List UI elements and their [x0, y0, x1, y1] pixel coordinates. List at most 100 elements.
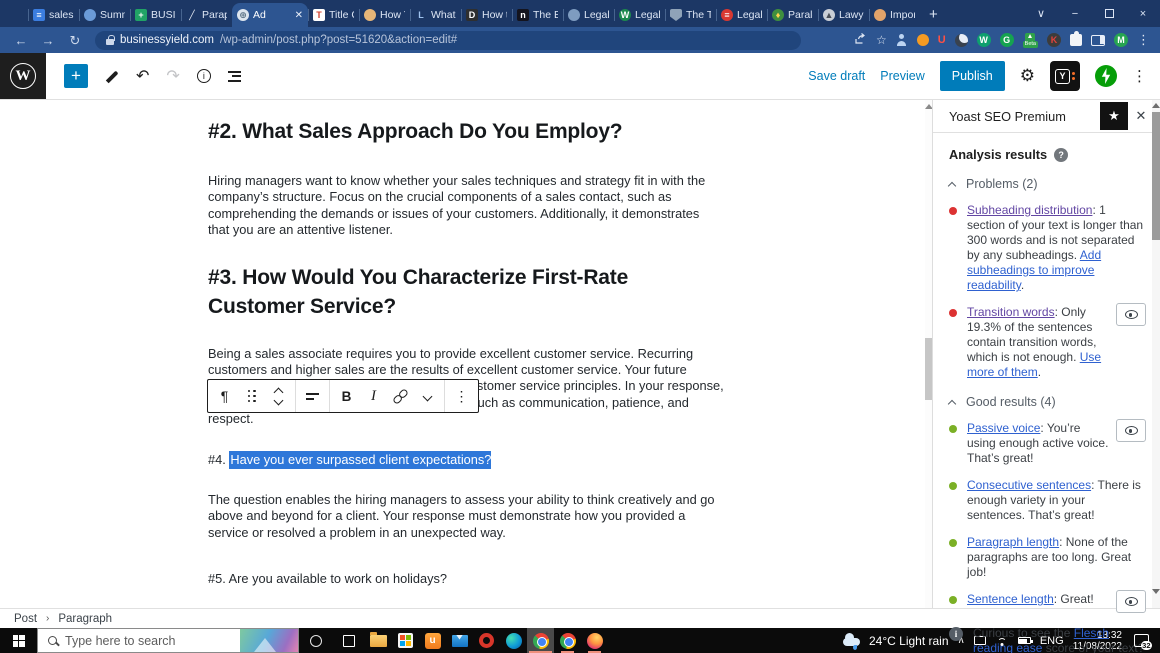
browser-tab[interactable]: ≡sales a — [28, 3, 79, 27]
file-explorer-taskbar-icon[interactable] — [365, 628, 392, 653]
ucweb-extension-icon[interactable]: U — [938, 34, 946, 46]
firefox-taskbar-icon[interactable] — [581, 628, 608, 653]
help-icon[interactable]: ? — [1054, 148, 1068, 162]
close-window-button[interactable]: × — [1126, 0, 1160, 27]
keeper-extension-icon[interactable]: K — [1047, 33, 1061, 47]
assessment-link[interactable]: Passive voice — [967, 421, 1040, 435]
pin-star-icon[interactable]: ★ — [1100, 102, 1128, 130]
block-options-icon[interactable]: ⋮ — [448, 381, 475, 411]
bookmark-star-icon[interactable]: ☆ — [876, 33, 887, 47]
notification-center-icon[interactable]: 32 — [1134, 634, 1149, 647]
wordpress-logo-icon[interactable]: W — [0, 53, 46, 99]
post-paragraph[interactable]: The question enables the hiring managers… — [208, 492, 724, 541]
good-results-section-header[interactable]: Good results (4) — [949, 395, 1146, 409]
post-paragraph[interactable]: Hiring managers want to know whether you… — [208, 173, 724, 239]
breadcrumb-post[interactable]: Post — [14, 613, 37, 625]
browser-menu-icon[interactable]: ⋮ — [1137, 32, 1150, 48]
undo-icon[interactable]: ↶ — [136, 66, 149, 86]
browser-tab[interactable]: Legal — [563, 3, 614, 27]
post-paragraph[interactable]: #5. Are you available to work on holiday… — [208, 571, 724, 587]
chrome2-taskbar-icon[interactable] — [554, 628, 581, 653]
forward-icon[interactable]: → — [37, 34, 59, 47]
tab-close-icon[interactable]: ✕ — [295, 10, 303, 21]
highlight-eye-button[interactable] — [1116, 590, 1146, 613]
cortana-button[interactable] — [299, 628, 332, 653]
opera-taskbar-icon[interactable] — [473, 628, 500, 653]
sidebar-scrollbar[interactable] — [1152, 100, 1160, 608]
save-draft-button[interactable]: Save draft — [808, 69, 865, 83]
assessment-link[interactable]: Transition words — [967, 305, 1055, 319]
assessment-link[interactable]: Consecutive sentences — [967, 478, 1091, 492]
jetpack-icon[interactable] — [1095, 65, 1117, 87]
scroll-down-arrow-icon[interactable] — [1152, 589, 1160, 594]
edge-taskbar-icon[interactable] — [500, 628, 527, 653]
extensions-puzzle-icon[interactable] — [1070, 34, 1082, 46]
browser-tab[interactable]: LWhat — [410, 3, 461, 27]
minimize-button[interactable]: − — [1058, 0, 1092, 27]
browser-tab[interactable]: TTitle C — [308, 3, 359, 27]
assessment-link[interactable]: Paragraph length — [967, 535, 1059, 549]
post-paragraph-selected[interactable]: #4. Have you ever surpassed client expec… — [208, 452, 724, 468]
scroll-up-arrow-icon[interactable] — [925, 104, 932, 109]
sidebar-scrollbar-thumb[interactable] — [1152, 112, 1160, 240]
edit-tool-icon[interactable] — [105, 69, 119, 83]
publish-button[interactable]: Publish — [940, 61, 1005, 91]
move-up-down-icon[interactable] — [265, 381, 292, 411]
highlight-eye-button[interactable] — [1116, 303, 1146, 326]
grammarly-extension-icon[interactable]: G — [1000, 33, 1014, 47]
assessment-link[interactable]: Subheading distribution — [967, 203, 1092, 217]
editor-options-icon[interactable]: ⋮ — [1132, 67, 1147, 85]
lock-icon[interactable] — [106, 39, 114, 45]
maximize-button[interactable] — [1092, 0, 1126, 27]
new-tab-button[interactable]: + — [929, 7, 938, 22]
tab-search-chevron-icon[interactable]: ∨ — [1024, 0, 1058, 27]
close-sidebar-icon[interactable]: ✕ — [1128, 108, 1154, 124]
share-icon[interactable] — [854, 33, 867, 48]
browser-tab[interactable]: Summ — [79, 3, 130, 27]
breadcrumb-paragraph[interactable]: Paragraph — [58, 613, 112, 625]
add-block-button[interactable]: + — [64, 64, 88, 88]
reload-icon[interactable]: ↻ — [64, 34, 86, 47]
battery-icon[interactable] — [1018, 637, 1031, 644]
browser-tab[interactable]: ╱Parap — [181, 3, 232, 27]
dark-mode-extension-icon[interactable] — [955, 34, 968, 47]
highlight-eye-button[interactable] — [1116, 419, 1146, 442]
mail-taskbar-icon[interactable] — [446, 628, 473, 653]
list-view-icon[interactable] — [228, 71, 241, 82]
editor-scrollbar-thumb[interactable] — [925, 338, 932, 400]
beta-extension-icon[interactable]: Beta — [1023, 33, 1038, 48]
search-highlight-image[interactable] — [240, 629, 298, 652]
paragraph-block-icon[interactable]: ¶ — [211, 381, 238, 411]
wifi-icon[interactable] — [995, 636, 1009, 646]
task-view-button[interactable] — [332, 628, 365, 653]
link-icon[interactable] — [387, 381, 414, 411]
browser-tab[interactable]: Impor — [869, 3, 920, 27]
browser-tab[interactable]: The To — [665, 3, 716, 27]
browser-tab[interactable]: ▲Lawye — [818, 3, 869, 27]
browser-tab[interactable]: ⊕Ad✕ — [232, 3, 308, 27]
preview-button[interactable]: Preview — [880, 69, 924, 83]
italic-button[interactable]: I — [360, 381, 387, 411]
side-panel-icon[interactable] — [1091, 35, 1105, 46]
browser-tab[interactable]: ♦Parale — [767, 3, 818, 27]
profile-extension-icon[interactable] — [896, 34, 908, 46]
post-heading-3[interactable]: #3. How Would You Characterize First-Rat… — [208, 263, 724, 321]
bold-button[interactable]: B — [333, 381, 360, 411]
chevron-down-icon[interactable] — [414, 381, 441, 411]
browser-tab[interactable]: WLegal — [614, 3, 665, 27]
problems-section-header[interactable]: Problems (2) — [949, 177, 1146, 191]
settings-gear-icon[interactable]: ⚙ — [1020, 68, 1035, 85]
microsoft-store-taskbar-icon[interactable] — [392, 628, 419, 653]
browser-tab[interactable]: How Y — [359, 3, 410, 27]
post-heading-2[interactable]: #2. What Sales Approach Do You Employ? — [208, 117, 724, 146]
editor-canvas[interactable]: #2. What Sales Approach Do You Employ? H… — [0, 100, 932, 608]
address-bar[interactable]: businessyield.com/wp-admin/post.php?post… — [95, 31, 801, 50]
taskbar-search[interactable]: Type here to search — [37, 628, 299, 653]
profile-avatar[interactable]: M — [1114, 33, 1128, 47]
drag-handle-icon[interactable] — [238, 381, 265, 411]
back-icon[interactable]: ← — [10, 34, 32, 47]
browser-tab[interactable]: ≡Legal — [716, 3, 767, 27]
chrome-taskbar-icon[interactable] — [527, 628, 554, 653]
assessment-link[interactable]: Sentence length — [967, 592, 1054, 606]
orange-extension-icon[interactable] — [917, 34, 929, 46]
